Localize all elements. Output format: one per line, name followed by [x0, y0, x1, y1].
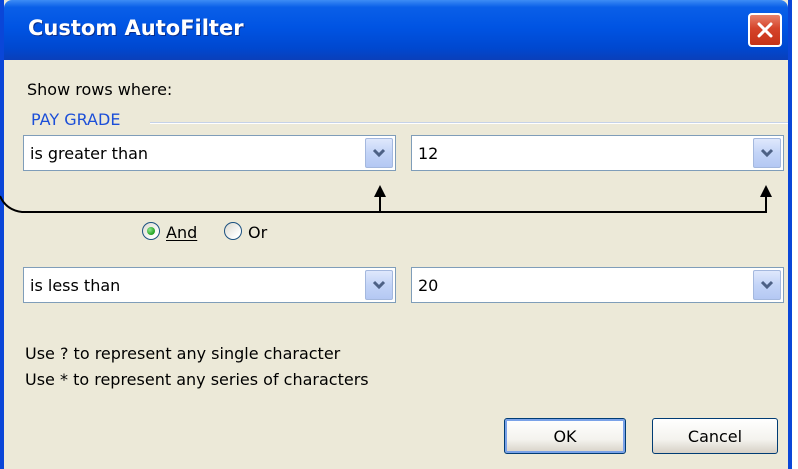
- arrow-up-icon: [760, 185, 772, 197]
- arrow-up-icon: [374, 185, 386, 197]
- annotation-overlay: [0, 185, 772, 213]
